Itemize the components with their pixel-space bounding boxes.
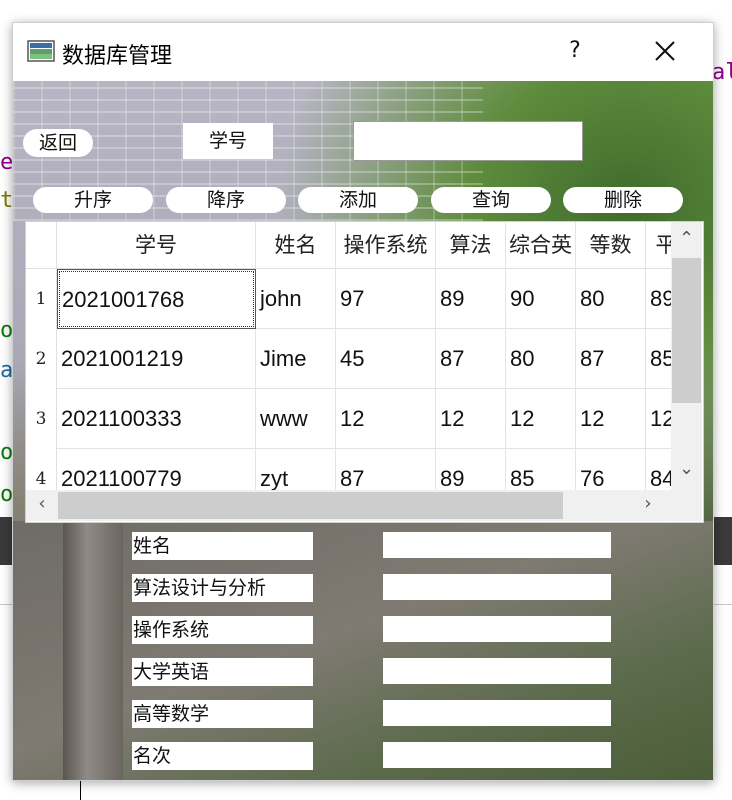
table-cell-os[interactable]: 97 bbox=[336, 269, 436, 329]
title-bar[interactable]: 数据库管理 ? bbox=[13, 23, 713, 81]
table-cell-math[interactable]: 87 bbox=[576, 329, 646, 389]
column-header-os[interactable]: 操作系统 bbox=[336, 222, 436, 269]
form-input-math[interactable] bbox=[383, 700, 611, 726]
chevron-right-icon[interactable]: › bbox=[638, 493, 658, 517]
column-header-student-id[interactable]: 学号 bbox=[57, 222, 256, 269]
form-label-algorithm: 算法设计与分析 bbox=[132, 574, 313, 602]
descending-button[interactable]: 降序 bbox=[166, 187, 286, 213]
table-cell-algorithm[interactable]: 87 bbox=[436, 329, 506, 389]
chevron-up-icon[interactable]: ⌃ bbox=[671, 228, 702, 250]
table-cell-english[interactable]: 12 bbox=[506, 389, 576, 449]
table-cell-name[interactable]: john bbox=[256, 269, 336, 329]
column-header-name[interactable]: 姓名 bbox=[256, 222, 336, 269]
close-button[interactable] bbox=[643, 33, 687, 69]
column-header-english[interactable]: 综合英 bbox=[506, 222, 576, 269]
horizontal-scroll-thumb[interactable] bbox=[58, 492, 563, 519]
vertical-scroll-thumb[interactable] bbox=[672, 258, 701, 403]
form-label-os: 操作系统 bbox=[132, 616, 313, 644]
chevron-left-icon[interactable]: ‹ bbox=[32, 493, 52, 517]
table-cell-math[interactable]: 12 bbox=[576, 389, 646, 449]
table-cell-os[interactable]: 45 bbox=[336, 329, 436, 389]
back-button[interactable]: 返回 bbox=[23, 129, 93, 157]
student-id-input[interactable] bbox=[353, 121, 583, 161]
query-button[interactable]: 查询 bbox=[431, 187, 551, 213]
bg-editor-snippet: al bbox=[712, 60, 732, 85]
form-label-math: 高等数学 bbox=[132, 700, 313, 728]
table-cell-os[interactable]: 12 bbox=[336, 389, 436, 449]
form-input-algorithm[interactable] bbox=[383, 574, 611, 600]
add-button[interactable]: 添加 bbox=[298, 187, 418, 213]
chevron-down-icon[interactable]: ⌄ bbox=[671, 458, 702, 480]
horizontal-scrollbar[interactable]: ‹ › bbox=[26, 490, 702, 521]
fence-texture bbox=[63, 521, 123, 780]
database-manager-dialog: 数据库管理 ? 返回 学号 升序 降序 添加 查询 删除 学号 姓名 操作系统 … bbox=[12, 22, 714, 781]
table-cell-name[interactable]: Jime bbox=[256, 329, 336, 389]
form-input-rank[interactable] bbox=[383, 742, 611, 768]
table-cell-student-id[interactable]: 2021001219 bbox=[57, 329, 256, 389]
ascending-button[interactable]: 升序 bbox=[33, 187, 153, 213]
form-input-english[interactable] bbox=[383, 658, 611, 684]
vertical-scrollbar[interactable]: ⌃ ⌄ bbox=[671, 222, 702, 490]
delete-button[interactable]: 删除 bbox=[563, 187, 683, 213]
table-cell-algorithm[interactable]: 89 bbox=[436, 269, 506, 329]
form-label-name: 姓名 bbox=[132, 532, 313, 560]
table-cell-student-id[interactable]: 2021001768 bbox=[57, 269, 256, 329]
student-id-label: 学号 bbox=[183, 123, 273, 159]
student-table[interactable]: 学号 姓名 操作系统 算法 综合英 等数 平 1 2021001768 john… bbox=[25, 221, 704, 523]
table-cell-math[interactable]: 80 bbox=[576, 269, 646, 329]
table-corner[interactable] bbox=[26, 222, 57, 269]
window-title: 数据库管理 bbox=[62, 44, 173, 69]
table-cell-algorithm[interactable]: 12 bbox=[436, 389, 506, 449]
form-label-english: 大学英语 bbox=[132, 658, 313, 686]
close-icon bbox=[655, 41, 675, 61]
column-header-math[interactable]: 等数 bbox=[576, 222, 646, 269]
form-label-rank: 名次 bbox=[132, 742, 313, 770]
app-icon bbox=[27, 40, 55, 62]
column-header-algorithm[interactable]: 算法 bbox=[436, 222, 506, 269]
table-cell-name[interactable]: www bbox=[256, 389, 336, 449]
form-input-name[interactable] bbox=[383, 532, 611, 558]
row-header[interactable]: 1 bbox=[26, 269, 57, 329]
row-header[interactable]: 2 bbox=[26, 329, 57, 389]
table-cell-student-id[interactable]: 2021100333 bbox=[57, 389, 256, 449]
table-cell-english[interactable]: 90 bbox=[506, 269, 576, 329]
help-button[interactable]: ? bbox=[557, 33, 593, 69]
scrollbar-corner bbox=[671, 490, 702, 521]
background-photo: 返回 学号 升序 降序 添加 查询 删除 学号 姓名 操作系统 算法 综合英 等… bbox=[13, 81, 713, 780]
form-input-os[interactable] bbox=[383, 616, 611, 642]
row-header[interactable]: 3 bbox=[26, 389, 57, 449]
table-cell-english[interactable]: 80 bbox=[506, 329, 576, 389]
